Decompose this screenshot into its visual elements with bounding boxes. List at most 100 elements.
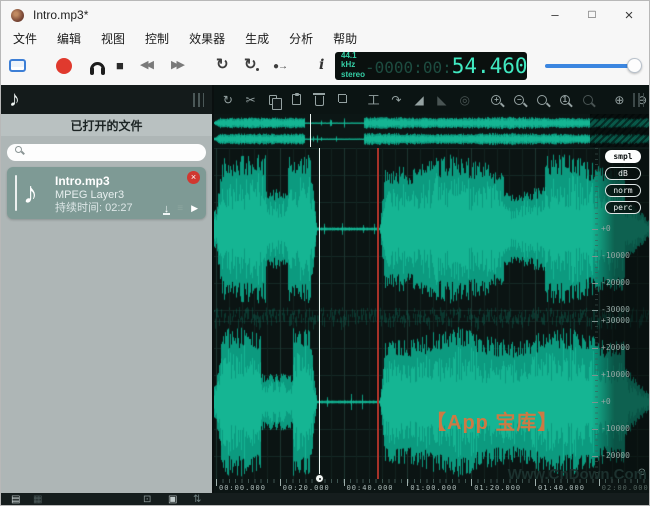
file-format: MPEG Layer3 [55,189,133,203]
time-label: 01:00.000 [410,484,457,492]
playhead-line[interactable] [319,148,320,479]
time-display-dim-digits: -0000:00: [365,60,452,76]
zoom-selection-icon[interactable] [581,92,595,108]
rewind-button[interactable]: ◀◀ [140,60,151,71]
zoom-in-icon[interactable]: + [490,92,504,108]
vertical-zoom-in-icon[interactable]: ⊕ [613,92,627,108]
info-icon[interactable]: i [319,58,324,72]
insert-silence-icon[interactable]: 工 [367,92,381,108]
stop-button[interactable]: ■ [116,59,124,72]
toolbar-grip-handle[interactable] [633,93,644,107]
menu-item-4[interactable]: 效果器 [179,30,235,47]
sort-icon[interactable]: ⇅ [193,494,201,506]
search-input[interactable] [7,144,206,161]
watermark-orange: 【App 宝库】 [426,406,558,435]
overview-offscreen-region [590,114,649,147]
reverse-icon[interactable]: ↷ [389,92,403,108]
headphones-monitor-icon[interactable] [90,62,105,71]
trim-icon[interactable] [335,92,349,108]
sidebar-grip-handle[interactable] [193,93,204,107]
close-button[interactable]: × [621,8,637,23]
menu-item-7[interactable]: 帮助 [323,30,367,47]
files-panel-body: ♪ Intro.mp3 MPEG Layer3 持续时间: 02:27 × ↓ … [1,136,212,493]
selection-view-icon[interactable] [9,59,26,72]
loop-icon[interactable]: ↻ [216,57,229,72]
window-title: Intro.mp3* [33,8,88,22]
files-sidebar: ♪ 已打开的文件 ♪ Intro.mp3 MPEG Layer3 持续时间: 0… [1,85,214,493]
paste-icon[interactable] [289,92,303,108]
selection-mode-icon[interactable]: ⊡ [143,494,151,506]
cut-icon[interactable]: ✂ [244,92,258,108]
menu-item-3[interactable]: 控制 [135,30,179,47]
scale-button-norm[interactable]: norm [605,184,641,197]
loop-region-icon[interactable]: ◎ [458,92,472,108]
menubar: 文件编辑视图控制效果器生成分析帮助 [1,29,649,47]
window-controls: – □ × [547,8,637,23]
waveform-overview[interactable] [214,114,649,148]
time-tick [280,479,281,486]
zoom-fit-icon[interactable] [535,92,549,108]
music-note-icon: ♪ [9,86,20,112]
record-button[interactable] [56,58,72,74]
time-label: 02:00.000 [602,484,649,492]
time-label: 00:00.000 [219,484,266,492]
waveform-view[interactable]: +0-10000-20000-30000+30000+20000+10000+0… [214,148,649,479]
play-from-cursor-icon[interactable]: ●→ [273,62,287,72]
redo-icon[interactable]: ↻ [221,92,235,108]
scale-unit-buttons: smpl dB norm perc [605,150,641,214]
scale-button-dB[interactable]: dB [605,167,641,180]
view-grid-icon[interactable]: ▦ [33,494,42,506]
time-tick [407,479,408,486]
zoom-out-icon[interactable]: − [512,92,526,108]
file-levels-icon: ≡ [177,203,183,214]
time-tick [216,479,217,486]
statusbar: ▤ ▦ ⊡ ▣ ⇅ [1,493,649,506]
watermark-gray: Www.CnDown.Com [508,466,647,483]
search-icon [15,146,22,153]
scale-button-perc[interactable]: perc [605,201,641,214]
zoom-one-icon[interactable]: 1 [558,92,572,108]
playhead-handle[interactable] [315,474,324,483]
maximize-button[interactable]: □ [584,8,600,23]
menu-item-2[interactable]: 视图 [91,30,135,47]
overview-playhead[interactable] [310,114,311,147]
file-close-icon[interactable]: × [187,171,200,184]
time-display: 44.1 kHz stereo -0000:00: 54.460 [335,52,527,80]
copy-icon[interactable] [267,92,281,108]
file-note-icon: ♪ [23,174,55,213]
menu-item-1[interactable]: 编辑 [47,30,91,47]
overview-canvas[interactable] [214,114,649,148]
fade-in-icon[interactable]: ◢ [412,92,426,108]
waveform-panel: ↻ ✂ 工 ↷ ◢ ◣ ◎ + − 1 ⊕ ⊖ [214,85,649,493]
titlebar: Intro.mp3* – □ × [1,1,649,29]
menu-item-6[interactable]: 分析 [279,30,323,47]
file-duration: 持续时间: 02:27 [55,202,133,216]
sample-rate-label: 44.1 kHz [341,52,365,70]
fast-forward-button[interactable]: ▶▶ [171,60,182,71]
menu-item-5[interactable]: 生成 [235,30,279,47]
cursor-line[interactable] [377,148,379,479]
minimize-button[interactable]: – [547,8,563,23]
menu-item-0[interactable]: 文件 [3,30,47,47]
app-logo-icon [11,9,24,22]
sidebar-header-strip: ♪ [1,85,212,114]
delete-icon[interactable] [312,92,326,108]
file-play-icon[interactable]: ▶ [191,203,198,214]
files-panel-title: 已打开的文件 [1,114,212,136]
channel-mode-label: stereo [341,71,365,80]
view-list-icon[interactable]: ▤ [11,494,20,506]
time-tick [471,479,472,486]
file-list-item[interactable]: ♪ Intro.mp3 MPEG Layer3 持续时间: 02:27 × ↓ … [7,167,206,219]
scale-button-smpl[interactable]: smpl [605,150,641,163]
main-toolbar: ■ ◀◀ ▶▶ ↻ ↻ ●→ i 44.1 kHz stereo -0000:0… [1,47,649,85]
volume-slider-handle[interactable] [627,58,642,73]
file-download-icon[interactable]: ↓ [164,203,170,215]
time-tick [344,479,345,486]
time-label: 01:20.000 [474,484,521,492]
thumbnail-icon[interactable]: ▣ [168,494,177,506]
app-window: Intro.mp3* – □ × 文件编辑视图控制效果器生成分析帮助 ■ ◀◀ … [0,0,650,506]
loop-marker-icon[interactable]: ↻ [244,57,257,72]
fade-out-icon[interactable]: ◣ [435,92,449,108]
volume-slider[interactable] [545,64,641,68]
time-label: 01:40.000 [538,484,585,492]
